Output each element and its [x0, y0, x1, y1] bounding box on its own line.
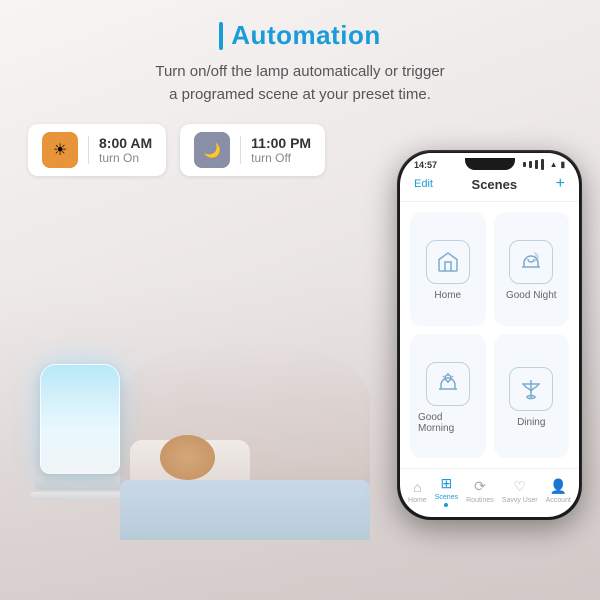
dining-svg-icon [519, 377, 543, 401]
scene-home[interactable]: Home [410, 212, 486, 326]
nav-home[interactable]: ⌂ Home [408, 479, 427, 504]
good-night-scene-icon [509, 240, 553, 284]
page-title: Automation [231, 20, 380, 51]
lamp-body [40, 364, 120, 474]
phone-screen: 14:57 ▲ ▮ E [400, 153, 579, 517]
lamp-surface [30, 492, 130, 500]
status-icons: ▲ ▮ [523, 159, 565, 170]
morning-action: turn On [99, 151, 152, 165]
night-time: 11:00 PM [251, 135, 311, 151]
morning-time: 8:00 AM [99, 135, 152, 151]
signal-4 [541, 159, 544, 170]
night-action: turn Off [251, 151, 311, 165]
phone-top: 14:57 ▲ ▮ [400, 153, 579, 171]
add-scene-button[interactable]: + [556, 175, 565, 193]
scenes-title: Scenes [472, 177, 518, 192]
morning-info: 8:00 AM turn On [99, 135, 152, 165]
morning-icon: ☀ [42, 132, 78, 168]
battery-icon: ▮ [561, 160, 565, 169]
nav-home-icon: ⌂ [413, 479, 421, 495]
signal-3 [535, 160, 538, 169]
home-scene-label: Home [434, 290, 461, 301]
card-divider-2 [240, 136, 241, 164]
bottom-section: 14:57 ▲ ▮ E [0, 200, 600, 540]
lamp-base [35, 476, 125, 490]
card-divider [88, 136, 89, 164]
nav-scenes-icon: ⊞ [441, 475, 453, 492]
lamp [30, 364, 130, 500]
signal-2 [529, 161, 532, 168]
good-night-scene-label: Good Night [506, 290, 557, 301]
nav-savvy[interactable]: ♡ Savvy User [502, 478, 538, 504]
night-schedule-card[interactable]: 🌙 11:00 PM turn Off [180, 124, 325, 176]
edit-button[interactable]: Edit [414, 178, 433, 190]
nav-active-dot [444, 503, 448, 507]
scenes-grid: Home Good Night [400, 202, 579, 468]
phone-bottom-nav: ⌂ Home ⊞ Scenes ⟳ Routines [400, 468, 579, 517]
home-svg-icon [436, 250, 460, 274]
night-info: 11:00 PM turn Off [251, 135, 311, 165]
nav-account-icon: 👤 [550, 478, 567, 495]
wifi-icon: ▲ [550, 160, 558, 169]
phone-header: Edit Scenes + [400, 171, 579, 202]
night-icon: 🌙 [194, 132, 230, 168]
blanket [120, 480, 370, 540]
nav-routines[interactable]: ⟳ Routines [466, 478, 494, 504]
main-content: Automation Turn on/off the lamp automati… [0, 0, 600, 540]
person-head [160, 435, 215, 480]
nav-scenes[interactable]: ⊞ Scenes [435, 475, 458, 507]
scene-dining[interactable]: Dining [494, 334, 570, 459]
phone-outer: 14:57 ▲ ▮ E [397, 150, 582, 520]
subtitle: Turn on/off the lamp automatically or tr… [155, 61, 444, 106]
nav-routines-icon: ⟳ [474, 478, 486, 495]
nav-account-label: Account [546, 497, 571, 504]
bedroom-background [120, 340, 370, 540]
status-time: 14:57 [414, 160, 437, 170]
phone: 14:57 ▲ ▮ E [397, 150, 582, 520]
dining-scene-label: Dining [517, 417, 545, 428]
home-scene-icon [426, 240, 470, 284]
moon-bed-svg-icon [519, 250, 543, 274]
title-row: Automation [219, 20, 380, 51]
phone-notch [465, 158, 515, 170]
sun-bed-svg-icon [436, 372, 460, 396]
nav-savvy-icon: ♡ [513, 478, 526, 495]
nav-account[interactable]: 👤 Account [546, 478, 571, 504]
nav-savvy-label: Savvy User [502, 497, 538, 504]
signal-1 [523, 162, 526, 167]
good-morning-scene-label: Good Morning [418, 412, 478, 434]
scene-good-morning[interactable]: Good Morning [410, 334, 486, 459]
nav-scenes-label: Scenes [435, 494, 458, 501]
dining-scene-icon [509, 367, 553, 411]
schedule-row: ☀ 8:00 AM turn On 🌙 11:00 PM turn Off [0, 124, 325, 176]
title-accent-bar [219, 22, 223, 50]
morning-schedule-card[interactable]: ☀ 8:00 AM turn On [28, 124, 166, 176]
scene-good-night[interactable]: Good Night [494, 212, 570, 326]
good-morning-scene-icon [426, 362, 470, 406]
nav-routines-label: Routines [466, 497, 494, 504]
nav-home-label: Home [408, 497, 427, 504]
